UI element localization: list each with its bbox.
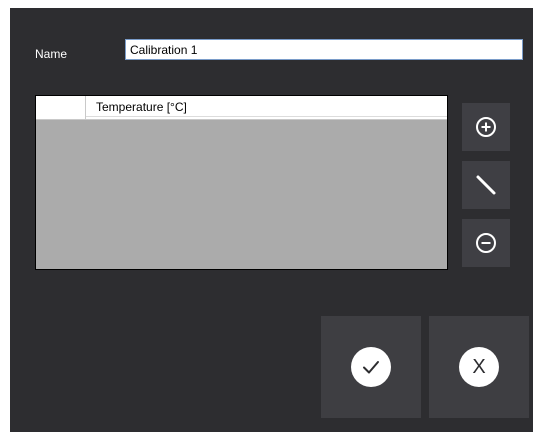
x-icon: X xyxy=(472,356,486,378)
column-header-temperature[interactable]: Temperature [°C] xyxy=(86,96,447,119)
confirm-circle xyxy=(351,347,391,387)
name-label: Name xyxy=(35,47,68,61)
confirm-button[interactable] xyxy=(321,316,421,418)
grid-header: Temperature [°C] xyxy=(36,96,447,120)
checkmark-icon xyxy=(363,361,379,374)
add-row-button[interactable] xyxy=(462,103,510,151)
remove-row-button[interactable] xyxy=(462,219,510,267)
cancel-button[interactable]: X xyxy=(429,316,529,418)
calibration-dialog: Name Temperature [°C] xyxy=(10,8,533,432)
edit-row-button[interactable] xyxy=(462,161,510,209)
cancel-circle: X xyxy=(459,347,499,387)
minus-circle-icon xyxy=(476,233,496,253)
data-grid[interactable]: Temperature [°C] xyxy=(35,95,448,270)
grid-corner-cell[interactable] xyxy=(36,96,86,119)
pencil-slash-icon xyxy=(476,175,496,195)
name-input[interactable] xyxy=(125,39,523,60)
plus-circle-icon xyxy=(476,117,496,137)
